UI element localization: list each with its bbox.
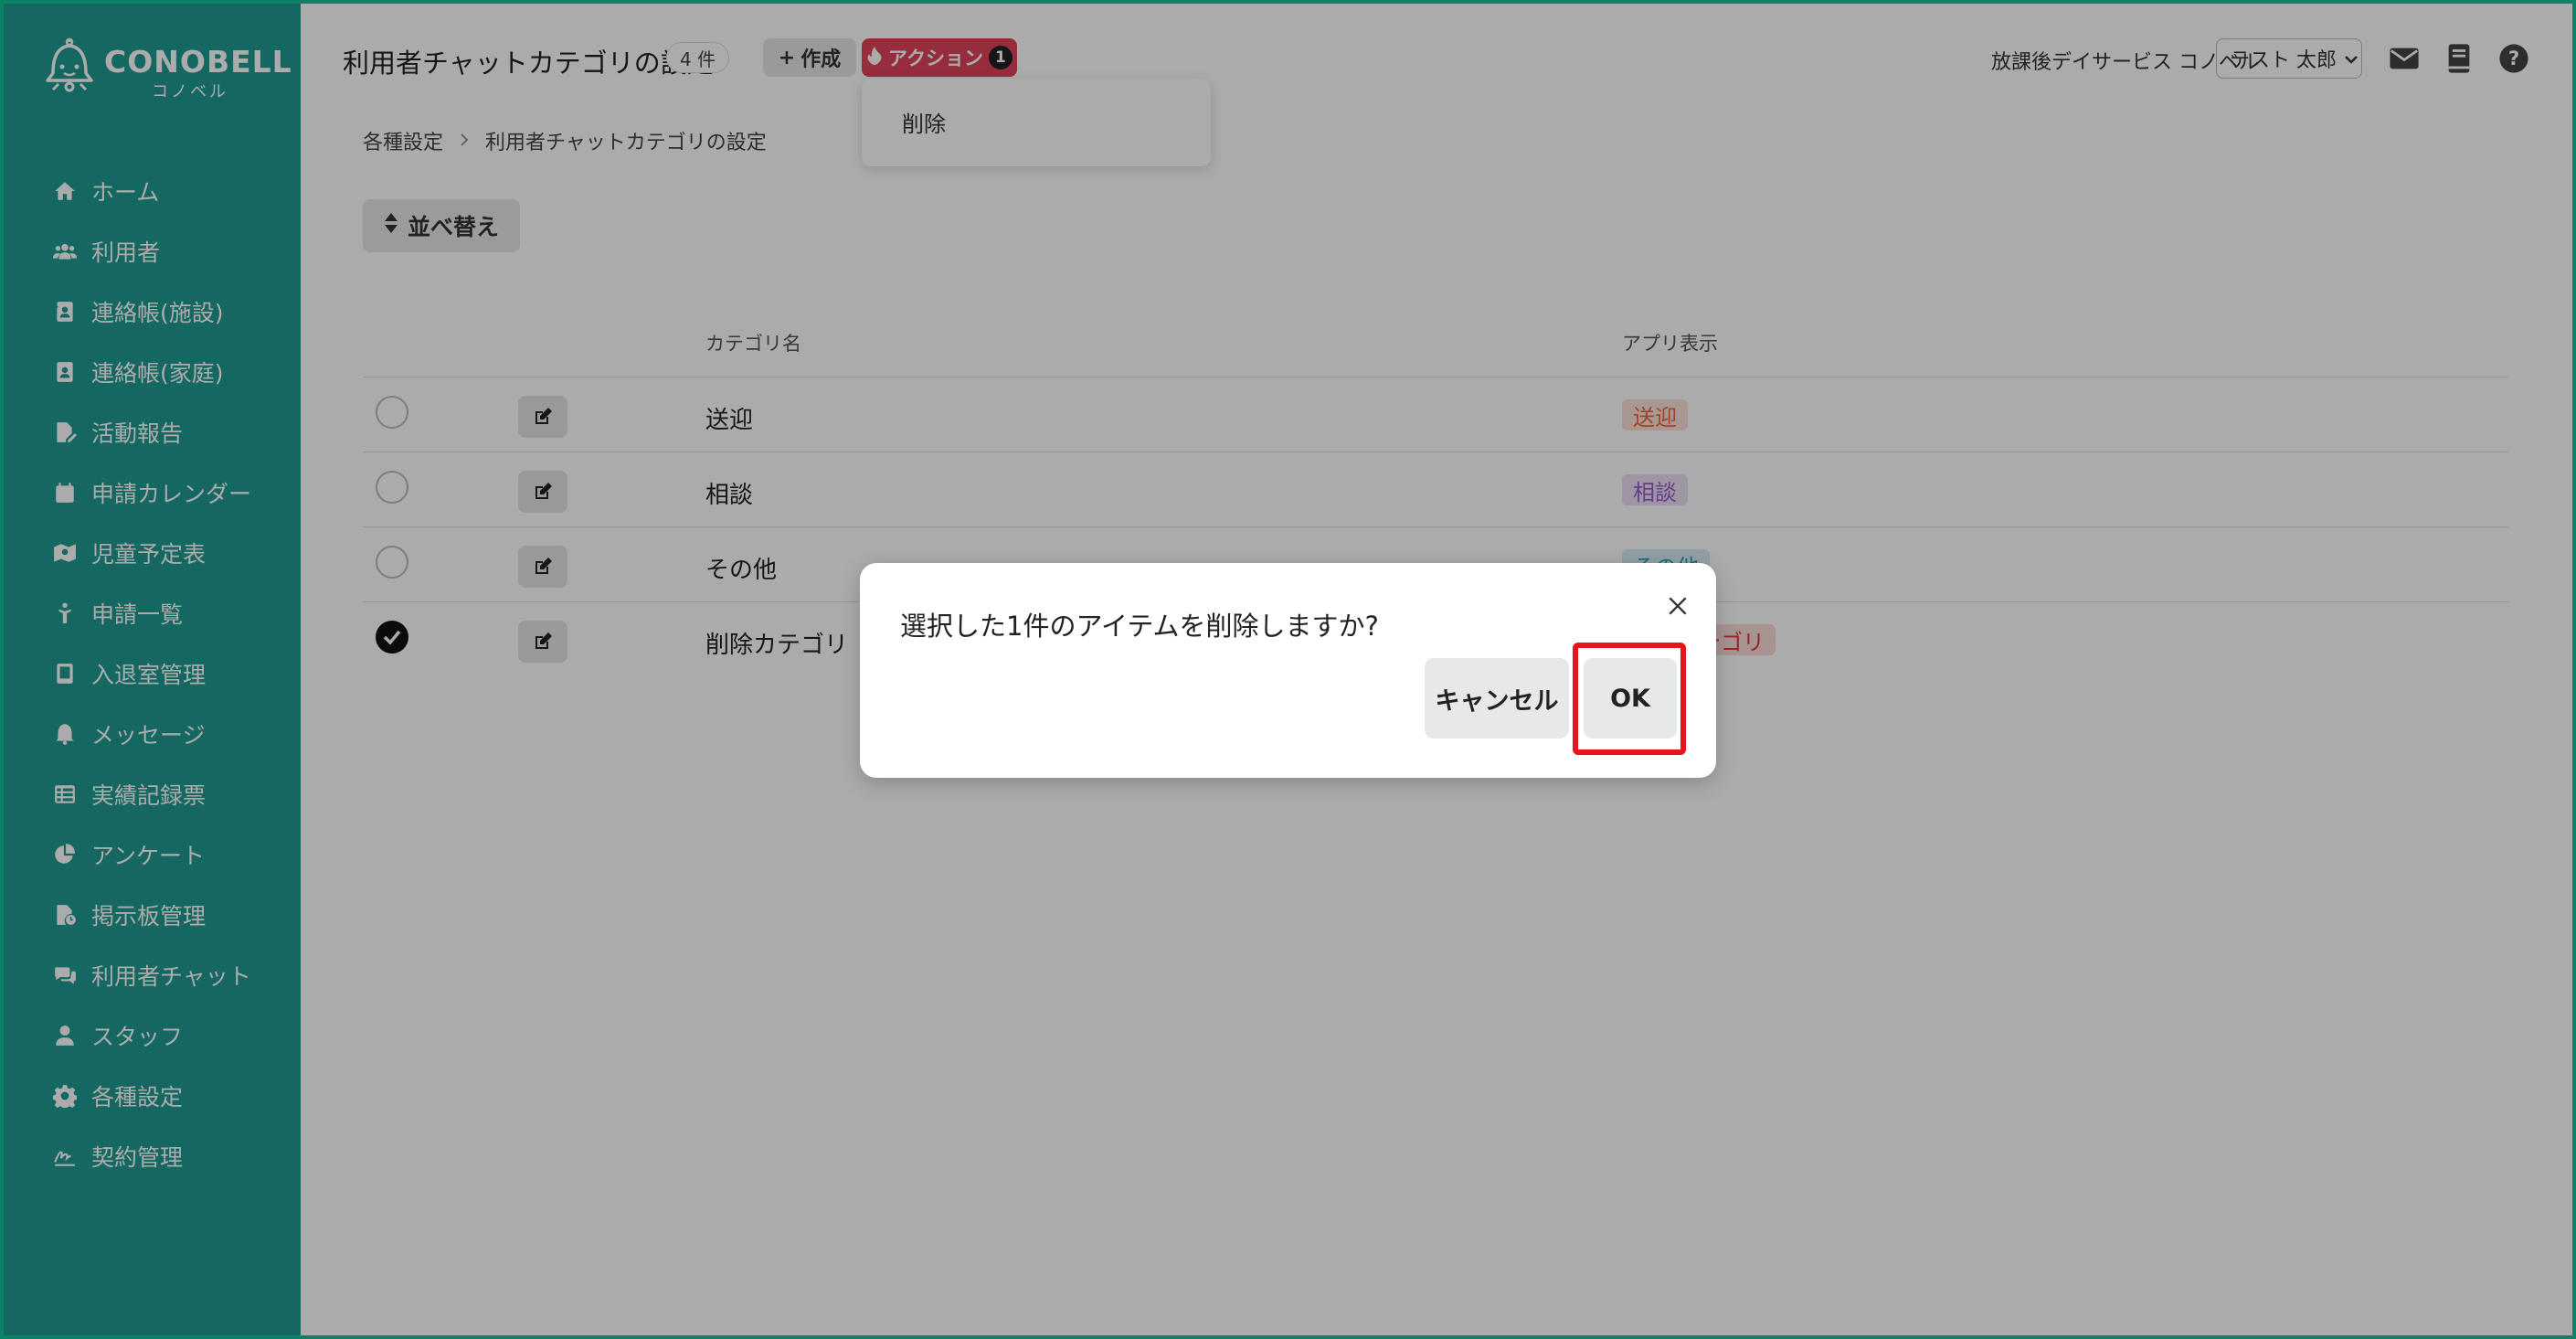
- cancel-button[interactable]: キャンセル: [1425, 658, 1569, 739]
- dialog-message: 選択した1件のアイテムを削除しますか?: [900, 611, 1379, 642]
- confirm-dialog: 選択した1件のアイテムを削除しますか? キャンセル OK: [860, 563, 1716, 778]
- highlight-box: [1573, 643, 1686, 755]
- close-icon[interactable]: [1662, 590, 1693, 622]
